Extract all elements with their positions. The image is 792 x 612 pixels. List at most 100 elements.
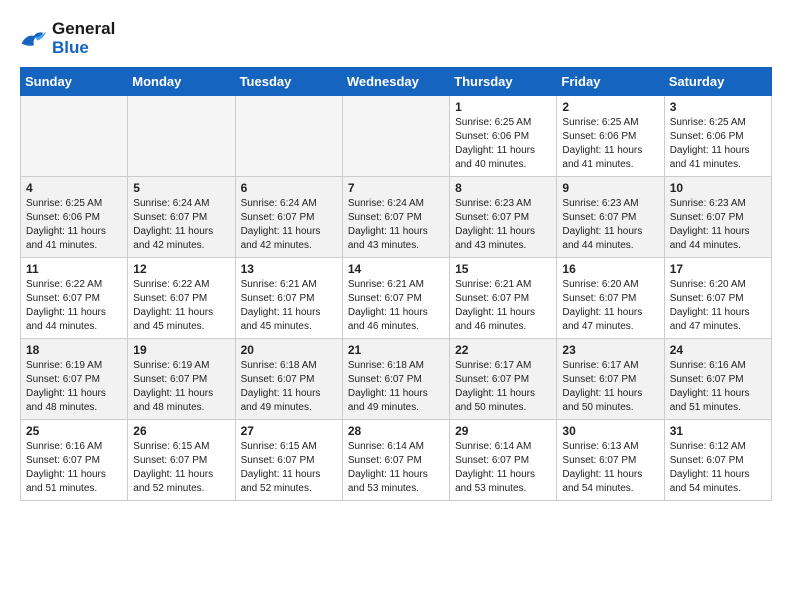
week-row-5: 25 Sunrise: 6:16 AM Sunset: 6:07 PM Dayli… — [21, 420, 772, 501]
day-info: Sunrise: 6:20 AM Sunset: 6:07 PM Dayligh… — [670, 278, 766, 334]
day-number: 4 — [26, 181, 122, 195]
day-cell: 13 Sunrise: 6:21 AM Sunset: 6:07 PM Dayli… — [235, 258, 342, 339]
day-cell: 15Sunrise: 6:21 AM Sunset: 6:07 PM Dayli… — [450, 258, 557, 339]
day-info: Sunrise: 6:18 AM Sunset: 6:07 PM Dayligh… — [241, 359, 337, 415]
day-cell: 28Sunrise: 6:14 AM Sunset: 6:07 PM Dayli… — [342, 420, 449, 501]
day-info: Sunrise: 6:16 AM Sunset: 6:07 PM Dayligh… — [26, 440, 122, 496]
week-row-1: 1 Sunrise: 6:25 AM Sunset: 6:06 PM Daylig… — [21, 96, 772, 177]
day-cell: 9 Sunrise: 6:23 AM Sunset: 6:07 PM Daylig… — [557, 177, 664, 258]
day-cell: 31Sunrise: 6:12 AM Sunset: 6:07 PM Dayli… — [664, 420, 771, 501]
day-cell: 6 Sunrise: 6:24 AM Sunset: 6:07 PM Daylig… — [235, 177, 342, 258]
day-info: Sunrise: 6:21 AM Sunset: 6:07 PM Dayligh… — [241, 278, 337, 334]
day-number: 14 — [348, 262, 444, 276]
day-cell — [342, 96, 449, 177]
day-number: 27 — [241, 424, 337, 438]
day-number: 7 — [348, 181, 444, 195]
day-cell: 12 Sunrise: 6:22 AM Sunset: 6:07 PM Dayli… — [128, 258, 235, 339]
day-number: 26 — [133, 424, 229, 438]
day-cell: 30 Sunrise: 6:13 AM Sunset: 6:07 PM Dayli… — [557, 420, 664, 501]
day-number: 23 — [562, 343, 658, 357]
day-number: 19 — [133, 343, 229, 357]
day-cell — [235, 96, 342, 177]
day-number: 22 — [455, 343, 551, 357]
day-number: 20 — [241, 343, 337, 357]
day-info: Sunrise: 6:19 AM Sunset: 6:07 PM Dayligh… — [26, 359, 122, 415]
weekday-header-row: SundayMondayTuesdayWednesdayThursdayFrid… — [21, 68, 772, 96]
day-number: 25 — [26, 424, 122, 438]
day-info: Sunrise: 6:14 AM Sunset: 6:07 PM Dayligh… — [455, 440, 551, 496]
weekday-header-sunday: Sunday — [21, 68, 128, 96]
day-cell: 27 Sunrise: 6:15 AM Sunset: 6:07 PM Dayli… — [235, 420, 342, 501]
day-number: 13 — [241, 262, 337, 276]
day-cell: 14 Sunrise: 6:21 AM Sunset: 6:07 PM Dayli… — [342, 258, 449, 339]
day-info: Sunrise: 6:13 AM Sunset: 6:07 PM Dayligh… — [562, 440, 658, 496]
day-cell: 11 Sunrise: 6:22 AM Sunset: 6:07 PM Dayli… — [21, 258, 128, 339]
day-cell: 21 Sunrise: 6:18 AM Sunset: 6:07 PM Dayli… — [342, 339, 449, 420]
day-number: 29 — [455, 424, 551, 438]
day-cell: 25 Sunrise: 6:16 AM Sunset: 6:07 PM Dayli… — [21, 420, 128, 501]
weekday-header-saturday: Saturday — [664, 68, 771, 96]
day-number: 31 — [670, 424, 766, 438]
logo: General Blue — [20, 20, 115, 57]
day-number: 10 — [670, 181, 766, 195]
weekday-header-thursday: Thursday — [450, 68, 557, 96]
weekday-header-friday: Friday — [557, 68, 664, 96]
day-number: 12 — [133, 262, 229, 276]
day-number: 30 — [562, 424, 658, 438]
calendar-table: SundayMondayTuesdayWednesdayThursdayFrid… — [20, 67, 772, 501]
day-cell: 29 Sunrise: 6:14 AM Sunset: 6:07 PM Dayli… — [450, 420, 557, 501]
day-cell: 18 Sunrise: 6:19 AM Sunset: 6:07 PM Dayli… — [21, 339, 128, 420]
day-info: Sunrise: 6:25 AM Sunset: 6:06 PM Dayligh… — [670, 116, 766, 172]
day-cell: 7 Sunrise: 6:24 AM Sunset: 6:07 PM Daylig… — [342, 177, 449, 258]
day-info: Sunrise: 6:23 AM Sunset: 6:07 PM Dayligh… — [455, 197, 551, 253]
day-cell: 16 Sunrise: 6:20 AM Sunset: 6:07 PM Dayli… — [557, 258, 664, 339]
day-info: Sunrise: 6:25 AM Sunset: 6:06 PM Dayligh… — [562, 116, 658, 172]
day-number: 2 — [562, 100, 658, 114]
day-cell: 10Sunrise: 6:23 AM Sunset: 6:07 PM Dayli… — [664, 177, 771, 258]
day-number: 1 — [455, 100, 551, 114]
day-number: 24 — [670, 343, 766, 357]
logo-general: General — [52, 19, 115, 38]
day-info: Sunrise: 6:21 AM Sunset: 6:07 PM Dayligh… — [348, 278, 444, 334]
day-cell: 2 Sunrise: 6:25 AM Sunset: 6:06 PM Daylig… — [557, 96, 664, 177]
day-info: Sunrise: 6:23 AM Sunset: 6:07 PM Dayligh… — [562, 197, 658, 253]
day-info: Sunrise: 6:17 AM Sunset: 6:07 PM Dayligh… — [455, 359, 551, 415]
day-number: 21 — [348, 343, 444, 357]
day-number: 17 — [670, 262, 766, 276]
day-info: Sunrise: 6:24 AM Sunset: 6:07 PM Dayligh… — [241, 197, 337, 253]
day-number: 16 — [562, 262, 658, 276]
week-row-2: 4 Sunrise: 6:25 AM Sunset: 6:06 PM Daylig… — [21, 177, 772, 258]
day-info: Sunrise: 6:25 AM Sunset: 6:06 PM Dayligh… — [455, 116, 551, 172]
day-number: 9 — [562, 181, 658, 195]
day-number: 11 — [26, 262, 122, 276]
logo-icon — [20, 28, 48, 50]
day-info: Sunrise: 6:20 AM Sunset: 6:07 PM Dayligh… — [562, 278, 658, 334]
day-cell: 5 Sunrise: 6:24 AM Sunset: 6:07 PM Daylig… — [128, 177, 235, 258]
day-info: Sunrise: 6:22 AM Sunset: 6:07 PM Dayligh… — [26, 278, 122, 334]
day-cell: 1 Sunrise: 6:25 AM Sunset: 6:06 PM Daylig… — [450, 96, 557, 177]
day-cell: 22 Sunrise: 6:17 AM Sunset: 6:07 PM Dayli… — [450, 339, 557, 420]
day-cell: 8 Sunrise: 6:23 AM Sunset: 6:07 PM Daylig… — [450, 177, 557, 258]
day-number: 6 — [241, 181, 337, 195]
weekday-header-wednesday: Wednesday — [342, 68, 449, 96]
day-info: Sunrise: 6:24 AM Sunset: 6:07 PM Dayligh… — [348, 197, 444, 253]
day-info: Sunrise: 6:15 AM Sunset: 6:07 PM Dayligh… — [133, 440, 229, 496]
day-info: Sunrise: 6:25 AM Sunset: 6:06 PM Dayligh… — [26, 197, 122, 253]
day-cell: 23Sunrise: 6:17 AM Sunset: 6:07 PM Dayli… — [557, 339, 664, 420]
page-header: General Blue — [20, 20, 772, 57]
day-info: Sunrise: 6:15 AM Sunset: 6:07 PM Dayligh… — [241, 440, 337, 496]
week-row-4: 18 Sunrise: 6:19 AM Sunset: 6:07 PM Dayli… — [21, 339, 772, 420]
day-cell: 19 Sunrise: 6:19 AM Sunset: 6:07 PM Dayli… — [128, 339, 235, 420]
day-info: Sunrise: 6:24 AM Sunset: 6:07 PM Dayligh… — [133, 197, 229, 253]
day-cell: 17 Sunrise: 6:20 AM Sunset: 6:07 PM Dayli… — [664, 258, 771, 339]
day-info: Sunrise: 6:22 AM Sunset: 6:07 PM Dayligh… — [133, 278, 229, 334]
day-number: 18 — [26, 343, 122, 357]
weekday-header-monday: Monday — [128, 68, 235, 96]
day-number: 5 — [133, 181, 229, 195]
day-number: 8 — [455, 181, 551, 195]
day-info: Sunrise: 6:18 AM Sunset: 6:07 PM Dayligh… — [348, 359, 444, 415]
day-info: Sunrise: 6:19 AM Sunset: 6:07 PM Dayligh… — [133, 359, 229, 415]
day-cell: 4 Sunrise: 6:25 AM Sunset: 6:06 PM Daylig… — [21, 177, 128, 258]
day-info: Sunrise: 6:14 AM Sunset: 6:07 PM Dayligh… — [348, 440, 444, 496]
day-number: 3 — [670, 100, 766, 114]
